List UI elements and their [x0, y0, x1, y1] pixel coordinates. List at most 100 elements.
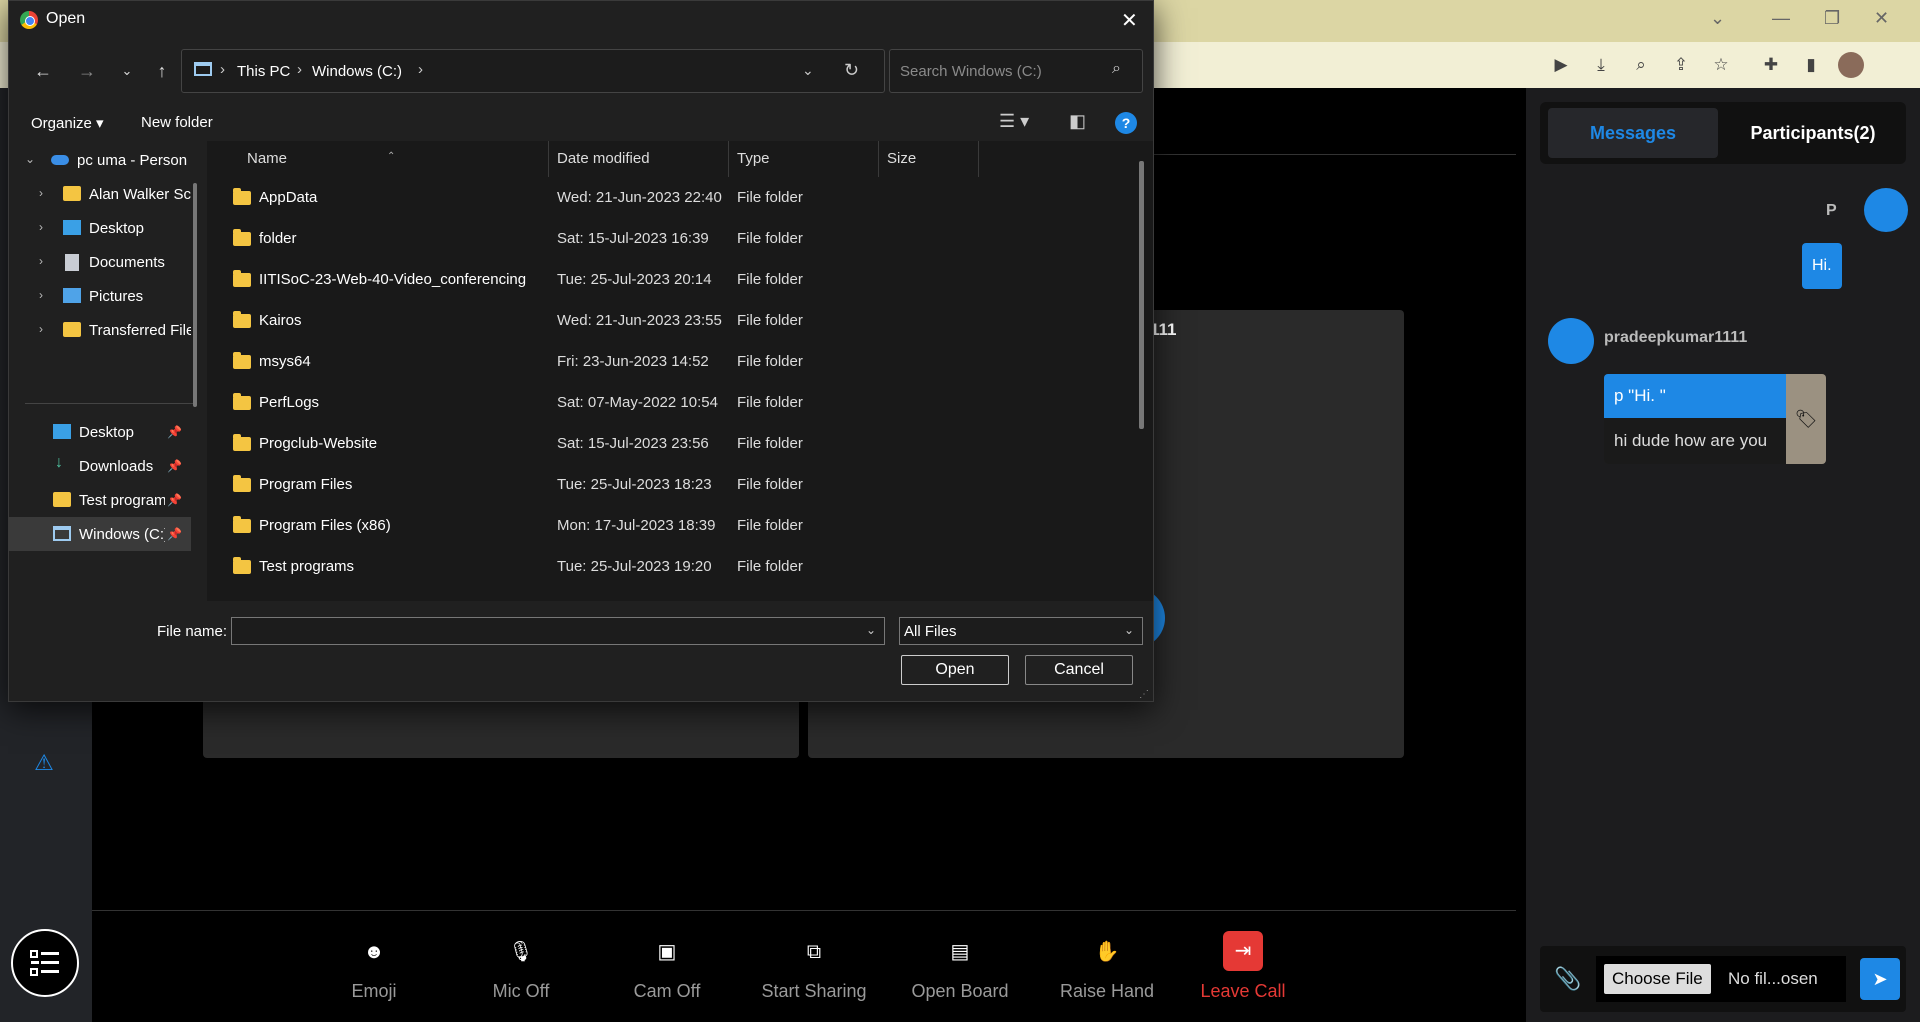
send-button[interactable]: ➤	[1860, 958, 1900, 1000]
camera-icon[interactable]: ▶	[1550, 54, 1572, 76]
dialog-footer: File name: ⌄ All Files ⌄ Open Cancel ⋰	[9, 601, 1153, 701]
expand-right-icon[interactable]: ›	[39, 254, 43, 268]
mic-off-button[interactable]: 🎙 Mic Off	[461, 911, 581, 1022]
file-name: Program Files	[259, 476, 353, 493]
forward-arrow-icon[interactable]: →	[73, 57, 101, 85]
file-row[interactable]: Progclub-Website Sat: 15-Jul-2023 23:56 Fi…	[207, 423, 1127, 464]
choose-file-button[interactable]: Choose File	[1604, 964, 1711, 994]
file-row[interactable]: Kairos Wed: 21-Jun-2023 23:55 File folder	[207, 300, 1127, 341]
cancel-button[interactable]: Cancel	[1025, 655, 1133, 685]
file-row[interactable]: IITISoC-23-Web-40-Video_conferencing Tue:…	[207, 259, 1127, 300]
folder-icon	[233, 352, 251, 369]
side-panel-icon[interactable]: ▮	[1800, 54, 1822, 76]
nav-scrollbar[interactable]	[193, 183, 197, 407]
column-date[interactable]: Date modified	[549, 141, 729, 177]
expand-right-icon[interactable]: ›	[39, 186, 43, 200]
file-row[interactable]: Program Files Tue: 25-Jul-2023 18:23 File …	[207, 464, 1127, 505]
emoji-label: Emoji	[351, 981, 397, 1001]
breadcrumb-windows-c[interactable]: Windows (C:)	[312, 63, 402, 80]
tab-messages[interactable]: Messages	[1548, 108, 1718, 158]
recent-locations-chevron-icon[interactable]: ⌄	[113, 57, 141, 85]
search-placeholder: Search Windows (C:)	[900, 63, 1042, 80]
dialog-close-icon[interactable]: ✕	[1121, 8, 1138, 33]
resize-grip-icon[interactable]: ⋰	[1139, 689, 1149, 700]
file-input[interactable]: Choose File No fil...osen	[1596, 956, 1846, 1002]
pin-icon[interactable]: 📌	[167, 527, 182, 541]
column-size[interactable]: Size	[879, 141, 979, 177]
leave-call-label: Leave Call	[1200, 981, 1286, 1001]
minimize-icon[interactable]: —	[1772, 8, 1790, 29]
tab-participants[interactable]: Participants(2)	[1728, 108, 1898, 158]
chevron-down-icon[interactable]: ⌄	[866, 623, 876, 637]
nav-item-quick-desktop[interactable]: Desktop 📌	[9, 415, 191, 449]
up-arrow-icon[interactable]: ↑	[148, 57, 176, 85]
expand-right-icon[interactable]: ›	[39, 220, 43, 234]
view-options-icon[interactable]: ☰ ▾	[999, 111, 1029, 132]
file-type-select[interactable]: All Files ⌄	[899, 617, 1143, 645]
search-box[interactable]: Search Windows (C:) ⌕	[889, 49, 1143, 93]
file-row[interactable]: PerfLogs Sat: 07-May-2022 10:54 File folde…	[207, 382, 1127, 423]
column-name[interactable]: Name ⌃	[207, 141, 549, 177]
expand-down-icon[interactable]: ⌄	[25, 152, 35, 166]
profile-avatar[interactable]	[1838, 52, 1864, 78]
file-name: folder	[259, 230, 297, 247]
file-date: Tue: 25-Jul-2023 19:20	[557, 558, 712, 575]
column-type[interactable]: Type	[729, 141, 879, 177]
start-sharing-label: Start Sharing	[761, 981, 867, 1001]
refresh-icon[interactable]: ↻	[844, 60, 859, 81]
file-row[interactable]: msys64 Fri: 23-Jun-2023 14:52 File folder	[207, 341, 1127, 382]
preview-pane-icon[interactable]: ◧	[1069, 111, 1086, 132]
file-list-scrollbar[interactable]	[1139, 161, 1144, 429]
file-row[interactable]: AppData Wed: 21-Jun-2023 22:40 File folder	[207, 177, 1127, 218]
raise-hand-button[interactable]: ✋ Raise Hand	[1047, 911, 1167, 1022]
tab-search-icon[interactable]: ⌄	[1710, 8, 1725, 29]
zoom-icon[interactable]: ⌕	[1630, 54, 1652, 76]
address-history-chevron-icon[interactable]: ⌄	[802, 62, 814, 79]
menu-button[interactable]	[11, 929, 79, 997]
nav-item-onedrive[interactable]: ⌄ pc uma - Person	[9, 143, 191, 177]
address-bar[interactable]: › This PC › Windows (C:) › ⌄ ↻	[181, 49, 885, 93]
install-icon[interactable]: ⤓	[1590, 54, 1612, 76]
help-icon[interactable]: ?	[1115, 112, 1137, 134]
cam-off-button[interactable]: ▣ Cam Off	[607, 911, 727, 1022]
extensions-icon[interactable]: ✚	[1760, 54, 1782, 76]
pin-icon[interactable]: 📌	[167, 493, 182, 507]
new-folder-button[interactable]: New folder	[141, 114, 213, 131]
expand-right-icon[interactable]: ›	[39, 322, 43, 336]
file-row[interactable]: folder Sat: 15-Jul-2023 16:39 File folder	[207, 218, 1127, 259]
file-row[interactable]: Program Files (x86) Mon: 17-Jul-2023 18:3…	[207, 505, 1127, 546]
pin-icon[interactable]: 📌	[167, 425, 182, 439]
emoji-button[interactable]: ☻ Emoji	[314, 911, 434, 1022]
nav-item-alan-walker[interactable]: › Alan Walker Sc	[9, 177, 191, 211]
expand-right-icon[interactable]: ›	[39, 288, 43, 302]
file-type: File folder	[737, 476, 803, 493]
start-sharing-button[interactable]: ⧉ Start Sharing	[754, 911, 874, 1022]
open-board-button[interactable]: ▤ Open Board	[900, 911, 1020, 1022]
organize-button[interactable]: Organize ▾	[31, 114, 104, 132]
file-date: Tue: 25-Jul-2023 18:23	[557, 476, 712, 493]
share-icon[interactable]: ⇪	[1670, 54, 1692, 76]
nav-item-windows-c[interactable]: Windows (C:) 📌	[9, 517, 191, 551]
file-row[interactable]: Test programs Tue: 25-Jul-2023 19:20 File …	[207, 546, 1127, 587]
leave-call-button[interactable]: ⇥ Leave Call	[1183, 911, 1303, 1022]
bookmark-star-icon[interactable]: ☆	[1710, 54, 1732, 76]
nav-item-test-program[interactable]: Test program 📌	[9, 483, 191, 517]
tag-icon[interactable]: 🏷	[1786, 374, 1826, 464]
nav-item-desktop[interactable]: › Desktop	[9, 211, 191, 245]
maximize-icon[interactable]: ❐	[1824, 8, 1840, 29]
open-button[interactable]: Open	[901, 655, 1009, 685]
nav-item-pictures[interactable]: › Pictures	[9, 279, 191, 313]
report-icon[interactable]: ⚠	[29, 748, 59, 778]
window-close-icon[interactable]: ✕	[1874, 8, 1889, 29]
file-type: File folder	[737, 312, 803, 329]
file-name-input[interactable]: ⌄	[231, 617, 885, 645]
nav-item-downloads[interactable]: ↓ Downloads 📌	[9, 449, 191, 483]
drive-icon	[194, 62, 212, 76]
breadcrumb-this-pc[interactable]: This PC	[237, 63, 290, 80]
back-arrow-icon[interactable]: ←	[29, 57, 57, 85]
nav-item-documents[interactable]: › Documents	[9, 245, 191, 279]
paperclip-icon[interactable]: 📎	[1554, 966, 1581, 992]
nav-item-transferred-files[interactable]: › Transferred File	[9, 313, 191, 347]
pin-icon[interactable]: 📌	[167, 459, 182, 473]
download-arrow-icon: ↓	[55, 454, 63, 471]
